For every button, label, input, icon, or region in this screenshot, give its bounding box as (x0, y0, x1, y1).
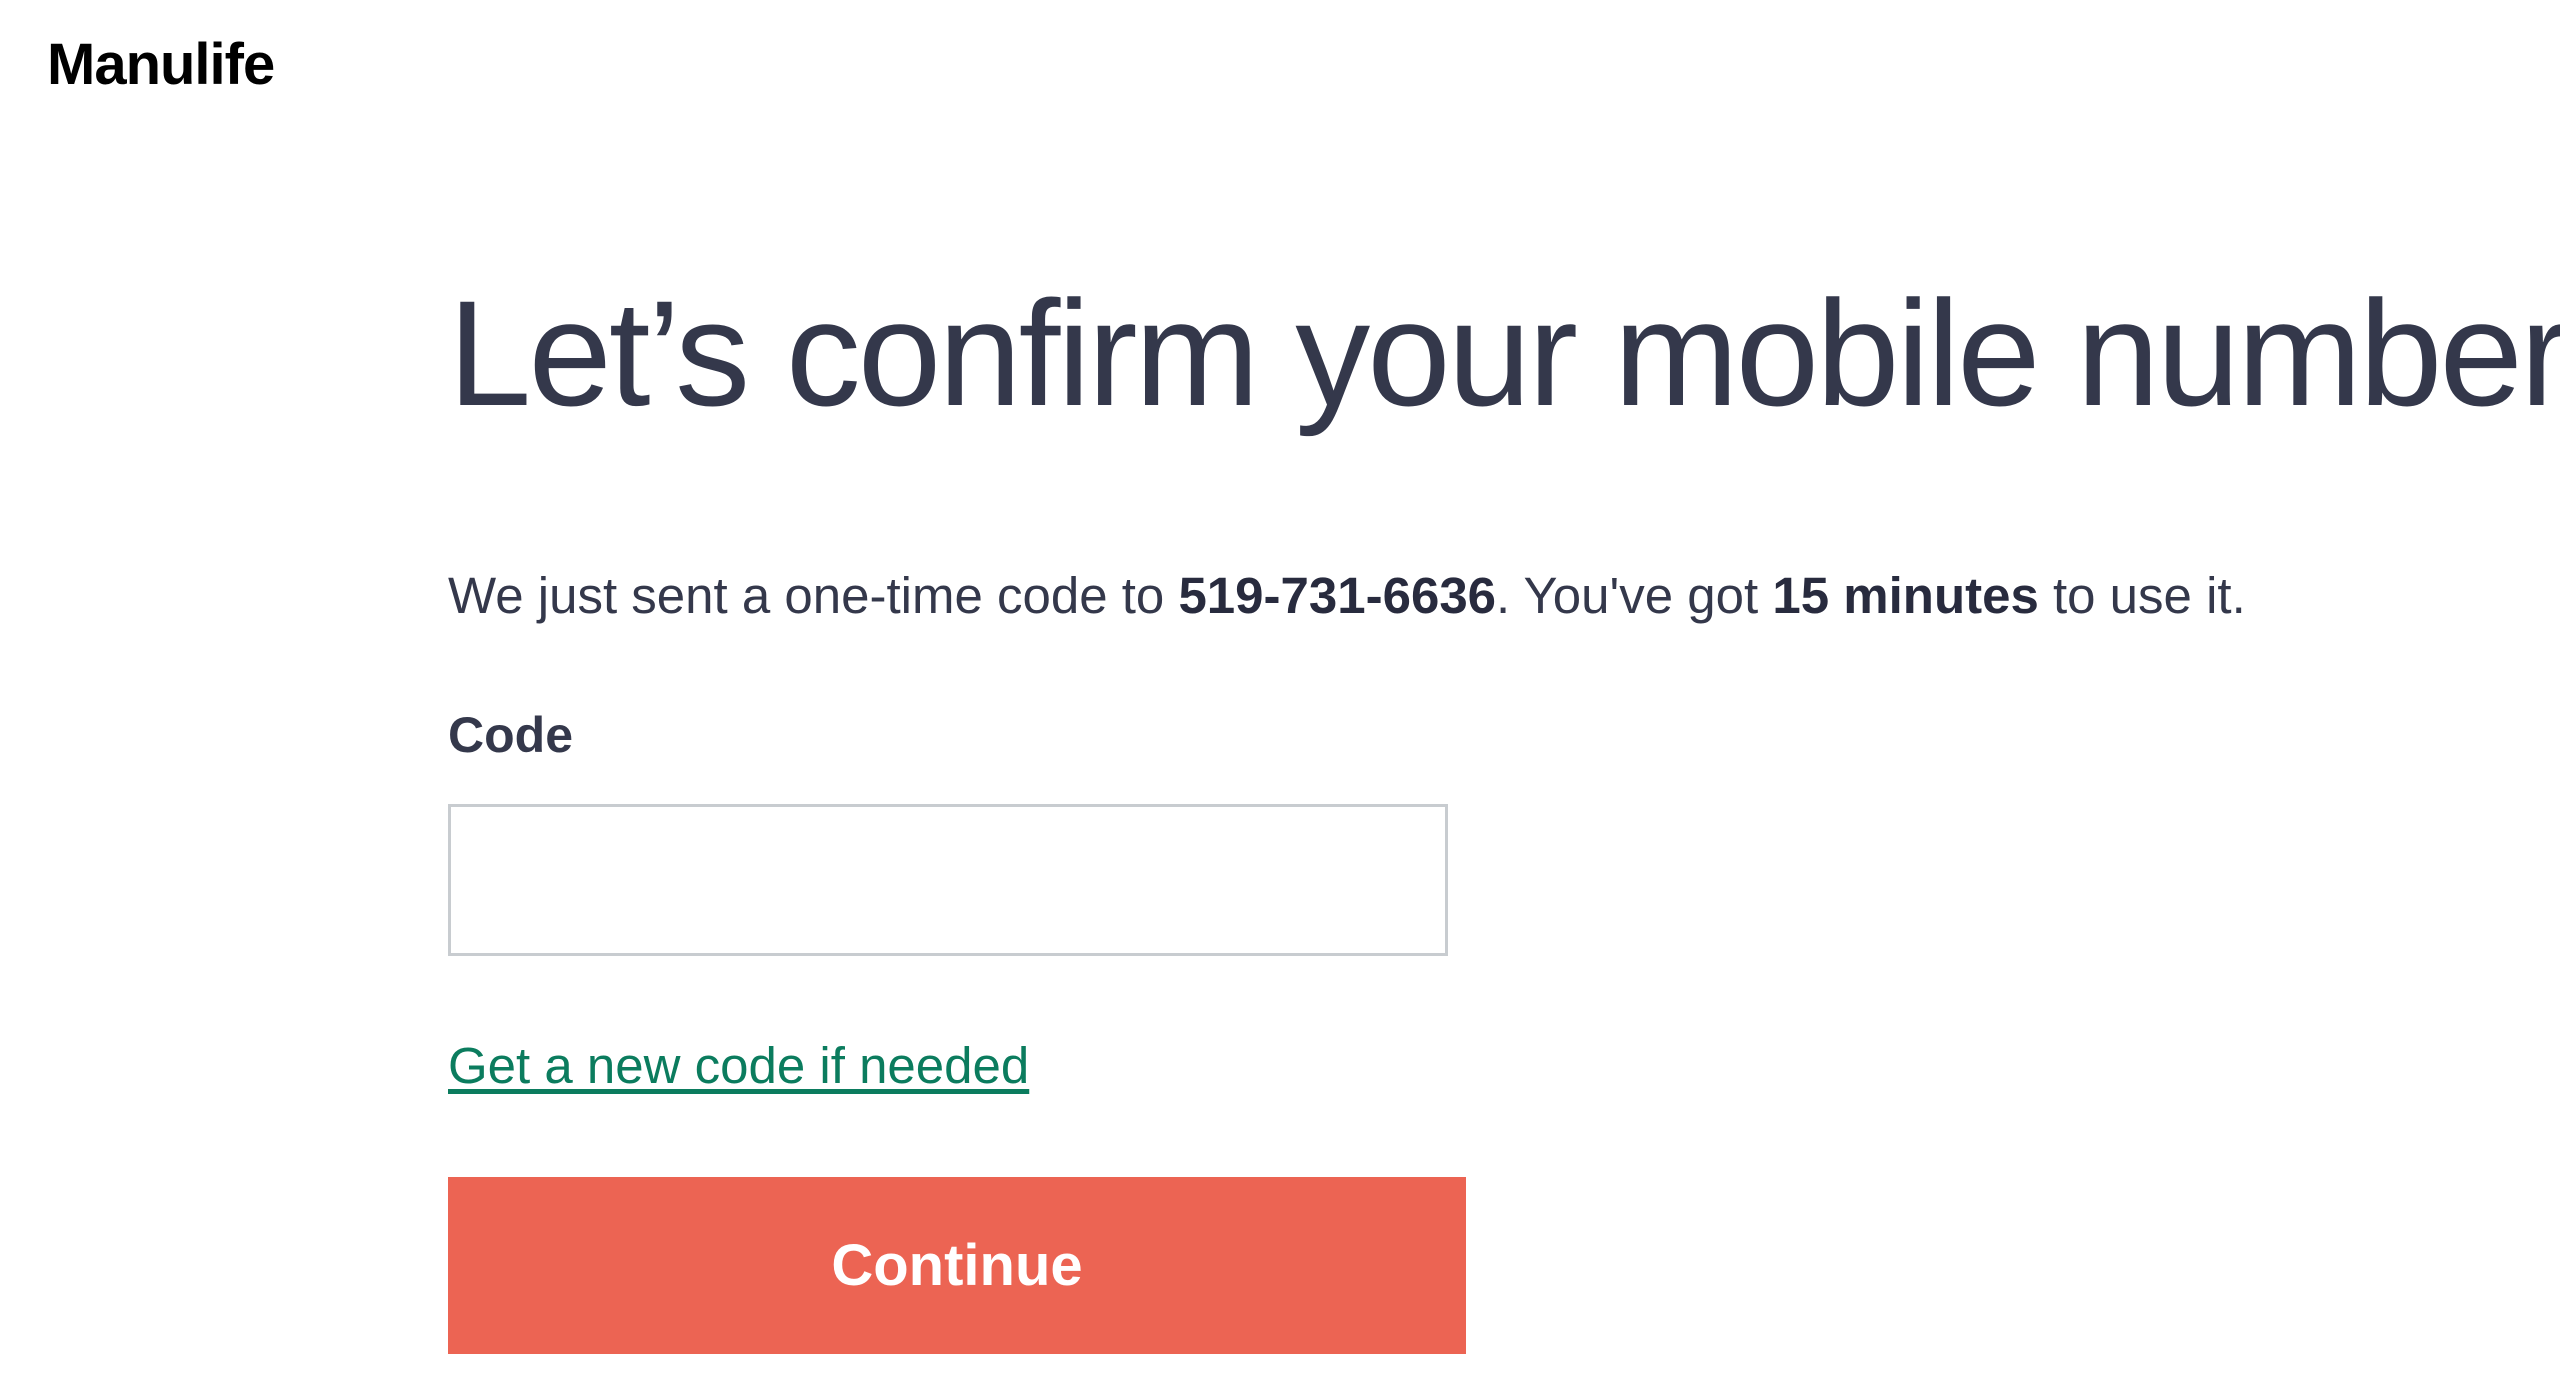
phone-number: 519-731-6636 (1178, 567, 1497, 624)
page-title: Let’s confirm your mobile number (448, 269, 2560, 437)
manulife-logo: Manulife (47, 32, 275, 97)
intro-text-part3: to use it. (2038, 567, 2246, 624)
intro-text-part1: We just sent a one-time code to (448, 567, 1179, 624)
get-new-code-link[interactable]: Get a new code if needed (448, 1035, 1029, 1096)
code-expiry-duration: 15 minutes (1772, 567, 2039, 624)
code-sent-message: We just sent a one-time code to 519-731-… (448, 565, 2246, 626)
code-field-label: Code (448, 707, 573, 763)
continue-button[interactable]: Continue (448, 1177, 1466, 1354)
code-input[interactable] (448, 804, 1448, 956)
intro-text-part2: . You've got (1496, 567, 1773, 624)
